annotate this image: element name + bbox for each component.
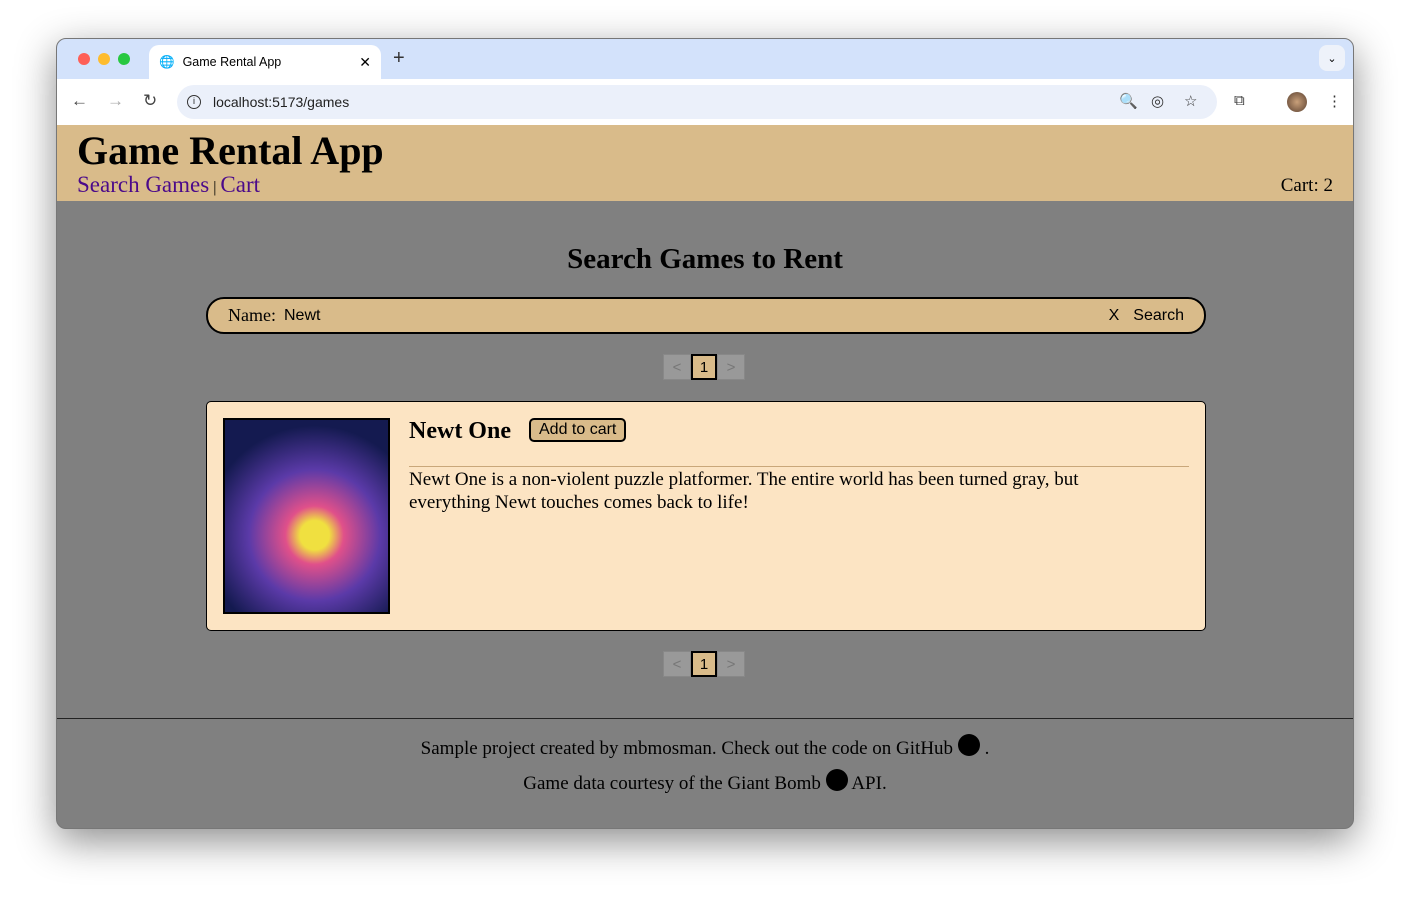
pager-bottom: <1 >: [663, 651, 745, 677]
prev-page-button[interactable]: <: [663, 651, 691, 677]
footer-credit: Sample project created by mbmosman. Chec…: [420, 738, 954, 759]
back-icon[interactable]: ←: [71, 91, 88, 111]
minimize-window-button[interactable]: [98, 53, 110, 65]
url-text: localhost:5173/games: [213, 94, 350, 110]
menu-icon[interactable]: ⋮: [1327, 92, 1342, 110]
page-1-button[interactable]: 1: [691, 651, 717, 677]
prev-page-button[interactable]: <: [663, 354, 691, 380]
nav-search-games[interactable]: Search Games: [77, 172, 209, 197]
new-tab-icon[interactable]: +: [393, 47, 405, 70]
zoom-icon[interactable]: 🔍: [1119, 92, 1138, 110]
next-page-button[interactable]: >: [717, 354, 745, 380]
app-header: Game Rental App Search Games | Cart Cart: …: [57, 125, 1353, 201]
github-icon[interactable]: [957, 734, 980, 756]
tab-title: Game Rental App: [182, 55, 282, 69]
next-page-button[interactable]: >: [717, 651, 745, 677]
browser-window: 🌐 Game Rental App ✕ + ⌄ ← → ↻ i localhost:5…: [56, 38, 1354, 829]
globe-icon: 🌐: [159, 54, 175, 69]
search-input[interactable]: [283, 306, 1095, 325]
page-1-button[interactable]: 1: [691, 354, 717, 380]
avatar[interactable]: [1287, 92, 1307, 112]
divider: [409, 466, 1189, 467]
footer-period: .: [984, 738, 990, 759]
app-title: Game Rental App: [77, 128, 384, 173]
extensions-icon[interactable]: ⧉: [1234, 92, 1245, 109]
clear-search-button[interactable]: X: [1109, 307, 1120, 325]
forward-icon[interactable]: →: [107, 91, 124, 111]
search-button[interactable]: Search: [1133, 307, 1184, 325]
game-title: Newt One: [409, 418, 511, 444]
main-content: Search Games to Rent Name: X Search <1> …: [57, 201, 1353, 718]
pager-top: <1 >: [663, 354, 745, 380]
browser-tab[interactable]: 🌐 Game Rental App ✕: [149, 45, 381, 79]
close-window-button[interactable]: [78, 53, 90, 65]
maximize-window-button[interactable]: [118, 53, 130, 65]
footer-api: API.: [851, 773, 887, 794]
tab-bar: 🌐 Game Rental App ✕ + ⌄: [57, 39, 1353, 79]
star-icon[interactable]: ☆: [1184, 92, 1197, 110]
close-tab-icon[interactable]: ✕: [359, 54, 371, 71]
search-bar: Name: X Search: [206, 297, 1206, 334]
game-cover-image: [223, 418, 390, 614]
add-to-cart-button[interactable]: Add to cart: [529, 418, 627, 442]
reload-icon[interactable]: ↻: [143, 91, 157, 111]
url-field[interactable]: i localhost:5173/games: [177, 85, 1217, 119]
info-icon[interactable]: i: [187, 95, 201, 109]
page-title: Search Games to Rent: [567, 243, 843, 275]
footer-data-credit: Game data courtesy of the Giant Bomb: [523, 773, 821, 794]
footer: Sample project created by mbmosman. Chec…: [57, 718, 1353, 828]
eye-off-icon[interactable]: ◎: [1151, 92, 1164, 110]
giant-bomb-icon[interactable]: [825, 769, 848, 791]
nav-separator: |: [213, 179, 217, 196]
address-bar-row: ← → ↻ i localhost:5173/games 🔍 ◎ ☆ ⧉ ⋮: [57, 79, 1353, 125]
game-description: Newt One is a non-violent puzzle platfor…: [409, 469, 1079, 513]
search-label: Name:: [228, 305, 276, 325]
chevron-down-icon[interactable]: ⌄: [1319, 45, 1345, 71]
nav-cart[interactable]: Cart: [220, 172, 260, 197]
game-card: Newt One Add to cart Newt One is a non-v…: [206, 401, 1206, 631]
cart-count: Cart: 2: [1280, 175, 1333, 196]
